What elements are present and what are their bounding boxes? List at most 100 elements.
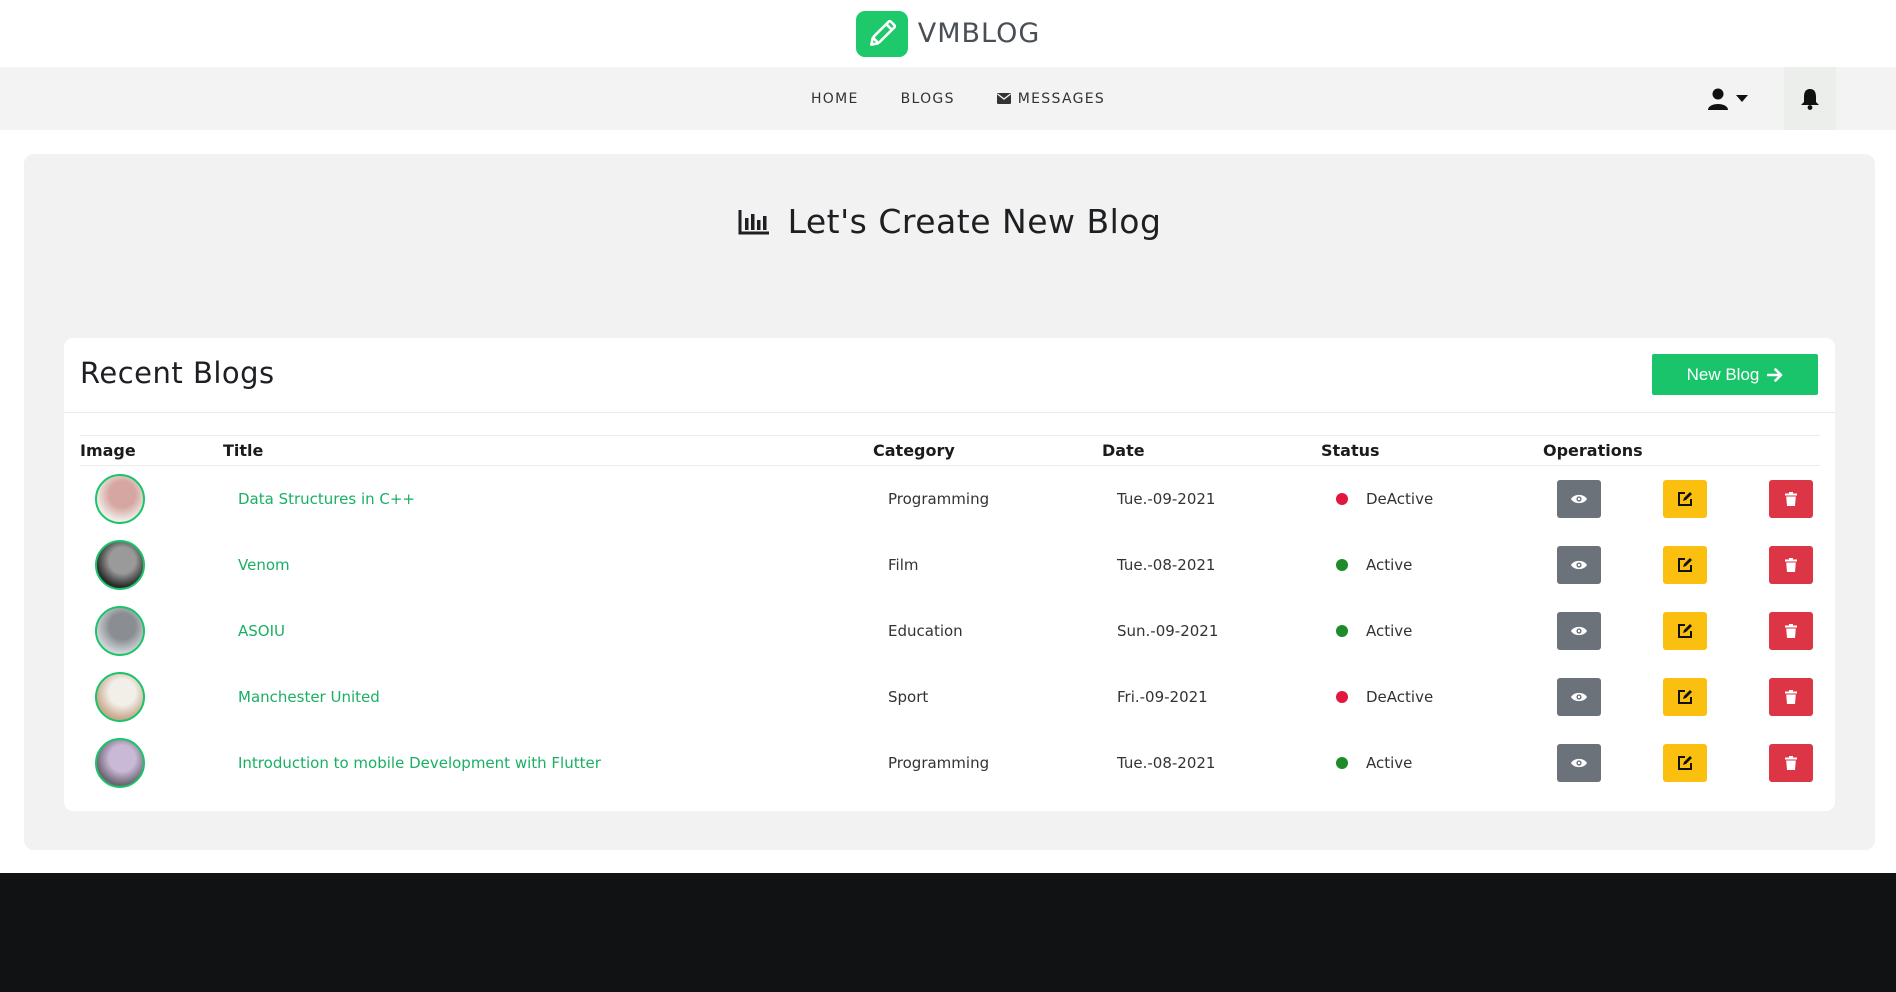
col-operations: Operations (1543, 435, 1820, 466)
eye-icon (1571, 494, 1587, 503)
col-title: Title (223, 435, 873, 466)
brand-name: VMBLOG (917, 18, 1041, 49)
operations (1543, 479, 1820, 518)
status-dot (1336, 624, 1348, 637)
blogs-table: Image Title Category Date Status Operati… (80, 435, 1820, 796)
blog-date: Tue.-08-2021 (1117, 753, 1216, 772)
new-blog-button[interactable]: New Blog (1652, 354, 1818, 395)
blog-status: Active (1321, 556, 1543, 574)
blog-title-link[interactable]: Manchester United (223, 688, 380, 706)
nav-blogs-label: BLOGS (900, 90, 955, 107)
status-label: DeActive (1366, 687, 1434, 706)
blog-status: DeActive (1321, 490, 1543, 508)
view-button[interactable] (1557, 677, 1601, 716)
nav-blogs[interactable]: BLOGS (901, 91, 955, 107)
status-label: Active (1366, 753, 1413, 772)
eye-icon (1571, 692, 1587, 701)
status-label: DeActive (1366, 489, 1434, 508)
nav-messages-label: MESSAGES (1017, 90, 1106, 107)
blog-date: Sun.-09-2021 (1117, 621, 1219, 640)
operations (1543, 677, 1820, 716)
blog-thumbnail (95, 737, 145, 788)
card-title: Recent Blogs (80, 356, 275, 390)
col-image: Image (80, 435, 223, 466)
status-dot (1336, 558, 1348, 571)
blog-thumbnail (95, 605, 145, 656)
brand-link[interactable]: VMBLOG (855, 10, 1041, 57)
status-label: Active (1366, 621, 1413, 640)
col-status: Status (1321, 435, 1543, 466)
bell-icon (1801, 88, 1819, 110)
blog-status: DeActive (1321, 688, 1543, 706)
view-button[interactable] (1557, 611, 1601, 650)
blog-thumbnail (95, 671, 145, 722)
user-icon (1708, 88, 1728, 110)
card-header: Recent Blogs New Blog (64, 338, 1835, 413)
blog-title-link[interactable]: Venom (223, 556, 290, 574)
page-title: Let's Create New Blog (787, 202, 1162, 241)
view-button[interactable] (1557, 545, 1601, 584)
blog-title-link[interactable]: Introduction to mobile Development with … (223, 754, 601, 772)
blog-title-link[interactable]: ASOIU (223, 622, 285, 640)
trash-icon (1785, 755, 1797, 770)
blog-category: Sport (888, 687, 929, 706)
chevron-down-icon (1736, 94, 1748, 102)
status-dot (1336, 756, 1348, 769)
blog-thumbnail (95, 539, 145, 590)
nav-home[interactable]: HOME (811, 91, 859, 107)
table-row: Manchester United Sport Fri.-09-2021 DeA… (80, 664, 1820, 730)
blog-category: Programming (888, 489, 990, 508)
status-dot (1336, 492, 1348, 505)
user-menu[interactable] (1707, 88, 1748, 110)
edit-icon (1678, 755, 1692, 770)
eye-icon (1571, 758, 1587, 767)
blog-category: Education (888, 621, 963, 640)
delete-button[interactable] (1769, 743, 1813, 782)
pencil-icon (855, 10, 908, 57)
edit-icon (1678, 689, 1692, 704)
nav-home-label: HOME (810, 90, 859, 107)
table-row: Venom Film Tue.-08-2021 Active (80, 532, 1820, 598)
recent-blogs-card: Recent Blogs New Blog Image Title Catego… (64, 338, 1835, 811)
brand-bar: VMBLOG (0, 0, 1896, 67)
bar-chart-icon (738, 209, 769, 234)
arrow-right-icon (1767, 367, 1783, 382)
blog-date: Tue.-09-2021 (1117, 489, 1216, 508)
trash-icon (1785, 689, 1797, 704)
blog-title-link[interactable]: Data Structures in C++ (223, 490, 415, 508)
table-header-row: Image Title Category Date Status Operati… (80, 435, 1820, 466)
main-nav: HOME BLOGS MESSAGES (0, 67, 1896, 130)
view-button[interactable] (1557, 479, 1601, 518)
nav-messages[interactable]: MESSAGES (996, 90, 1106, 107)
edit-button[interactable] (1663, 677, 1707, 716)
blog-category: Programming (888, 753, 990, 772)
edit-icon (1678, 491, 1692, 506)
edit-button[interactable] (1663, 545, 1707, 584)
edit-button[interactable] (1663, 479, 1707, 518)
eye-icon (1571, 560, 1587, 569)
operations (1543, 545, 1820, 584)
notifications-button[interactable] (1784, 67, 1836, 130)
delete-button[interactable] (1769, 479, 1813, 518)
delete-button[interactable] (1769, 611, 1813, 650)
col-category: Category (873, 435, 1102, 466)
delete-button[interactable] (1769, 545, 1813, 584)
edit-icon (1678, 557, 1692, 572)
blog-thumbnail (95, 473, 145, 524)
main-panel: Let's Create New Blog Recent Blogs New B… (24, 154, 1875, 850)
footer (0, 873, 1896, 992)
edit-button[interactable] (1663, 743, 1707, 782)
eye-icon (1571, 626, 1587, 635)
edit-button[interactable] (1663, 611, 1707, 650)
envelope-icon (996, 93, 1011, 104)
blog-status: Active (1321, 754, 1543, 772)
status-dot (1336, 690, 1348, 703)
table-row: Introduction to mobile Development with … (80, 730, 1820, 796)
view-button[interactable] (1557, 743, 1601, 782)
blog-date: Fri.-09-2021 (1117, 687, 1208, 706)
trash-icon (1785, 491, 1797, 506)
hero: Let's Create New Blog (24, 202, 1875, 241)
edit-icon (1678, 623, 1692, 638)
delete-button[interactable] (1769, 677, 1813, 716)
blog-date: Tue.-08-2021 (1117, 555, 1216, 574)
